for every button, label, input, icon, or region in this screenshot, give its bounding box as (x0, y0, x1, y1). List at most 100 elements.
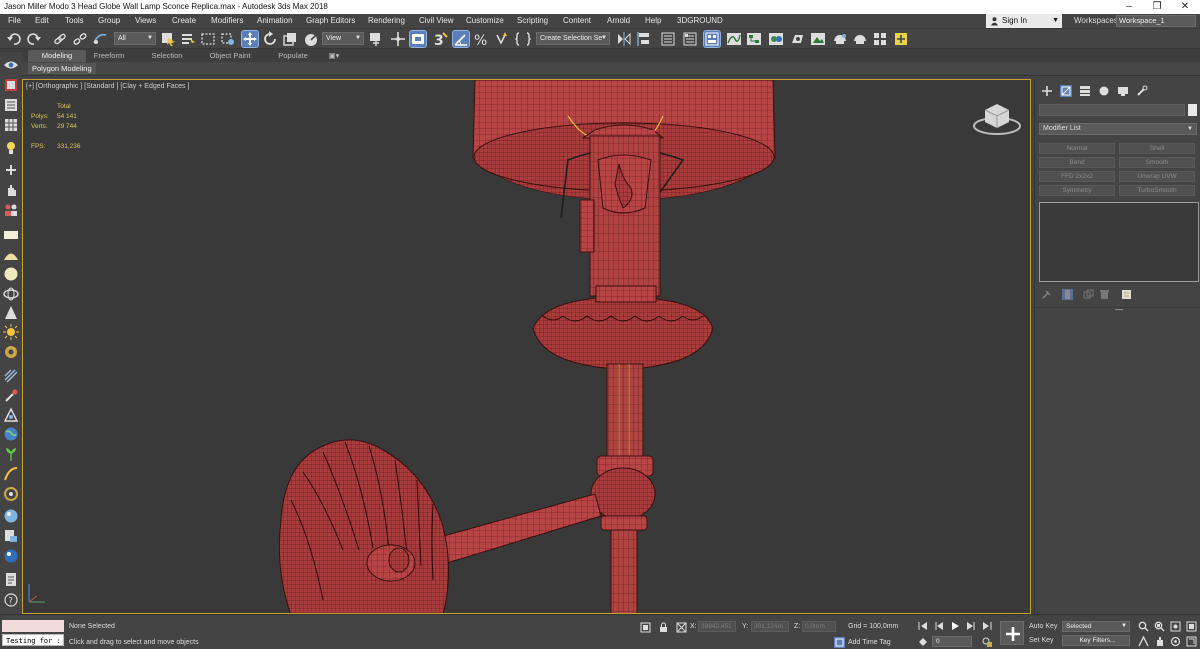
grid-panel-icon[interactable] (3, 117, 19, 133)
orbit-icon[interactable] (1170, 636, 1181, 647)
next-frame-icon[interactable] (966, 621, 976, 631)
time-tag-icon[interactable] (834, 637, 845, 648)
edit-named-selection-icon[interactable] (515, 31, 531, 47)
key-mode-toggle-icon[interactable] (918, 637, 928, 647)
systems-icon[interactable] (3, 486, 19, 502)
tab-populate[interactable]: Populate (270, 50, 316, 62)
toggle-scene-explorer-icon[interactable] (660, 31, 676, 47)
globe-icon[interactable] (3, 426, 19, 442)
percent-snap-icon[interactable]: % (473, 31, 489, 47)
pan-icon[interactable] (3, 162, 19, 178)
go-to-end-icon[interactable] (982, 621, 992, 631)
previous-frame-icon[interactable] (934, 621, 944, 631)
modifier-button-unwrap-uvw[interactable]: Unwrap UVW (1119, 171, 1195, 182)
select-and-rotate-icon[interactable] (262, 31, 278, 47)
menu-help[interactable]: Help (645, 14, 661, 28)
motion-tab-icon[interactable] (1098, 85, 1110, 97)
set-keys-button[interactable] (1000, 621, 1024, 645)
object-name-field[interactable] (1039, 104, 1185, 116)
spinner-snap-icon[interactable] (493, 31, 509, 47)
plant-icon[interactable] (3, 446, 19, 462)
zoom-all-icon[interactable] (1154, 621, 1165, 632)
auto-key-button[interactable]: Auto Key (1029, 623, 1057, 630)
render-in-cloud-icon[interactable] (852, 31, 868, 47)
panel-resize-grip[interactable] (1115, 309, 1123, 311)
menu-tools[interactable]: Tools (65, 14, 84, 28)
workspace-select[interactable]: Workspace_1 (1116, 15, 1196, 27)
show-end-result-icon[interactable] (1062, 289, 1073, 300)
menu-3dground[interactable]: 3DGROUND (677, 14, 723, 28)
tab-freeform[interactable]: Freeform (86, 50, 132, 62)
modifier-list-dropdown[interactable]: Modifier List ▼ (1039, 123, 1197, 135)
remove-modifier-icon[interactable] (1099, 289, 1110, 300)
pivot-center-icon[interactable] (368, 31, 384, 47)
named-selection-set-dropdown[interactable]: Create Selection Se ▼ (536, 32, 610, 45)
select-object-icon[interactable] (160, 31, 176, 47)
selection-lock-icon[interactable] (658, 622, 669, 633)
brush-icon[interactable] (3, 388, 19, 404)
toggle-ribbon-icon[interactable] (703, 30, 721, 48)
redo-icon[interactable] (26, 31, 42, 47)
render-setup-icon[interactable] (790, 31, 806, 47)
menu-file[interactable]: File (8, 14, 21, 28)
window-crossing-icon[interactable] (220, 31, 236, 47)
x-coordinate-field[interactable]: 39942,451 (698, 621, 736, 632)
zoom-icon[interactable] (1138, 621, 1149, 632)
rendered-frame-window-icon[interactable] (810, 31, 826, 47)
tab-selection[interactable]: Selection (142, 50, 192, 62)
lamp-sconce-model[interactable] (23, 80, 1031, 614)
material-sphere-icon[interactable] (3, 508, 19, 524)
go-to-start-icon[interactable] (918, 621, 928, 631)
document-icon[interactable] (3, 572, 19, 588)
snaps-toggle-icon[interactable]: 3 (433, 31, 449, 47)
zoom-extents-icon[interactable] (1170, 621, 1181, 632)
time-configuration-icon[interactable] (982, 637, 992, 647)
modifier-button-smooth[interactable]: Smooth (1119, 157, 1195, 168)
angle-snap-icon[interactable] (452, 30, 470, 48)
scene-states-icon[interactable] (3, 528, 19, 544)
menu-edit[interactable]: Edit (35, 14, 49, 28)
pan-view-icon[interactable] (1154, 636, 1165, 647)
geosphere-icon[interactable] (3, 286, 19, 302)
menu-modifiers[interactable]: Modifiers (211, 14, 243, 28)
zoom-extents-all-icon[interactable] (1186, 621, 1197, 632)
bind-space-warp-icon[interactable] (92, 31, 108, 47)
render-sphere-icon[interactable] (3, 548, 19, 564)
create-panel-icon[interactable] (3, 77, 19, 93)
unlink-icon[interactable] (72, 31, 88, 47)
helper-icon[interactable] (3, 407, 19, 423)
menu-civil-view[interactable]: Civil View (419, 14, 454, 28)
menu-content[interactable]: Content (563, 14, 591, 28)
ribbon-options-icon[interactable]: ▣▾ (324, 50, 344, 62)
select-by-name-icon[interactable] (180, 31, 196, 47)
menu-arnold[interactable]: Arnold (607, 14, 630, 28)
undo-icon[interactable] (6, 31, 22, 47)
menu-customize[interactable]: Customize (466, 14, 504, 28)
hand-icon[interactable] (3, 182, 19, 198)
people-icon[interactable] (3, 202, 19, 218)
space-warp-icon[interactable] (3, 466, 19, 482)
grid-dots-icon[interactable] (3, 368, 19, 384)
material-editor-icon[interactable] (768, 31, 784, 47)
align-icon[interactable] (636, 31, 652, 47)
select-and-place-icon[interactable] (303, 31, 319, 47)
polygon-modeling-panel[interactable]: Polygon Modeling (28, 63, 96, 74)
play-icon[interactable] (950, 621, 960, 631)
menu-rendering[interactable]: Rendering (368, 14, 405, 28)
viewport-label[interactable]: [+] [Orthographic ] [Standard ] [Clay + … (26, 83, 189, 90)
schematic-view-icon[interactable] (746, 31, 762, 47)
minimize-button[interactable]: – (1114, 0, 1144, 14)
dome-icon[interactable] (3, 247, 19, 263)
sphere-icon[interactable] (3, 266, 19, 282)
plane-icon[interactable] (3, 227, 19, 243)
modifier-stack[interactable] (1039, 202, 1199, 282)
modifier-button-symmetry[interactable]: Symmetry (1039, 185, 1115, 196)
select-manipulate-icon[interactable] (390, 31, 406, 47)
maxscript-listener-output[interactable] (2, 620, 64, 632)
toggle-layer-explorer-icon[interactable] (682, 31, 698, 47)
mirror-icon[interactable] (616, 31, 632, 47)
select-and-move-icon[interactable] (241, 30, 259, 48)
torus-icon[interactable] (3, 344, 19, 360)
selection-filter-dropdown[interactable]: All ▼ (114, 32, 156, 45)
menu-scripting[interactable]: Scripting (517, 14, 548, 28)
